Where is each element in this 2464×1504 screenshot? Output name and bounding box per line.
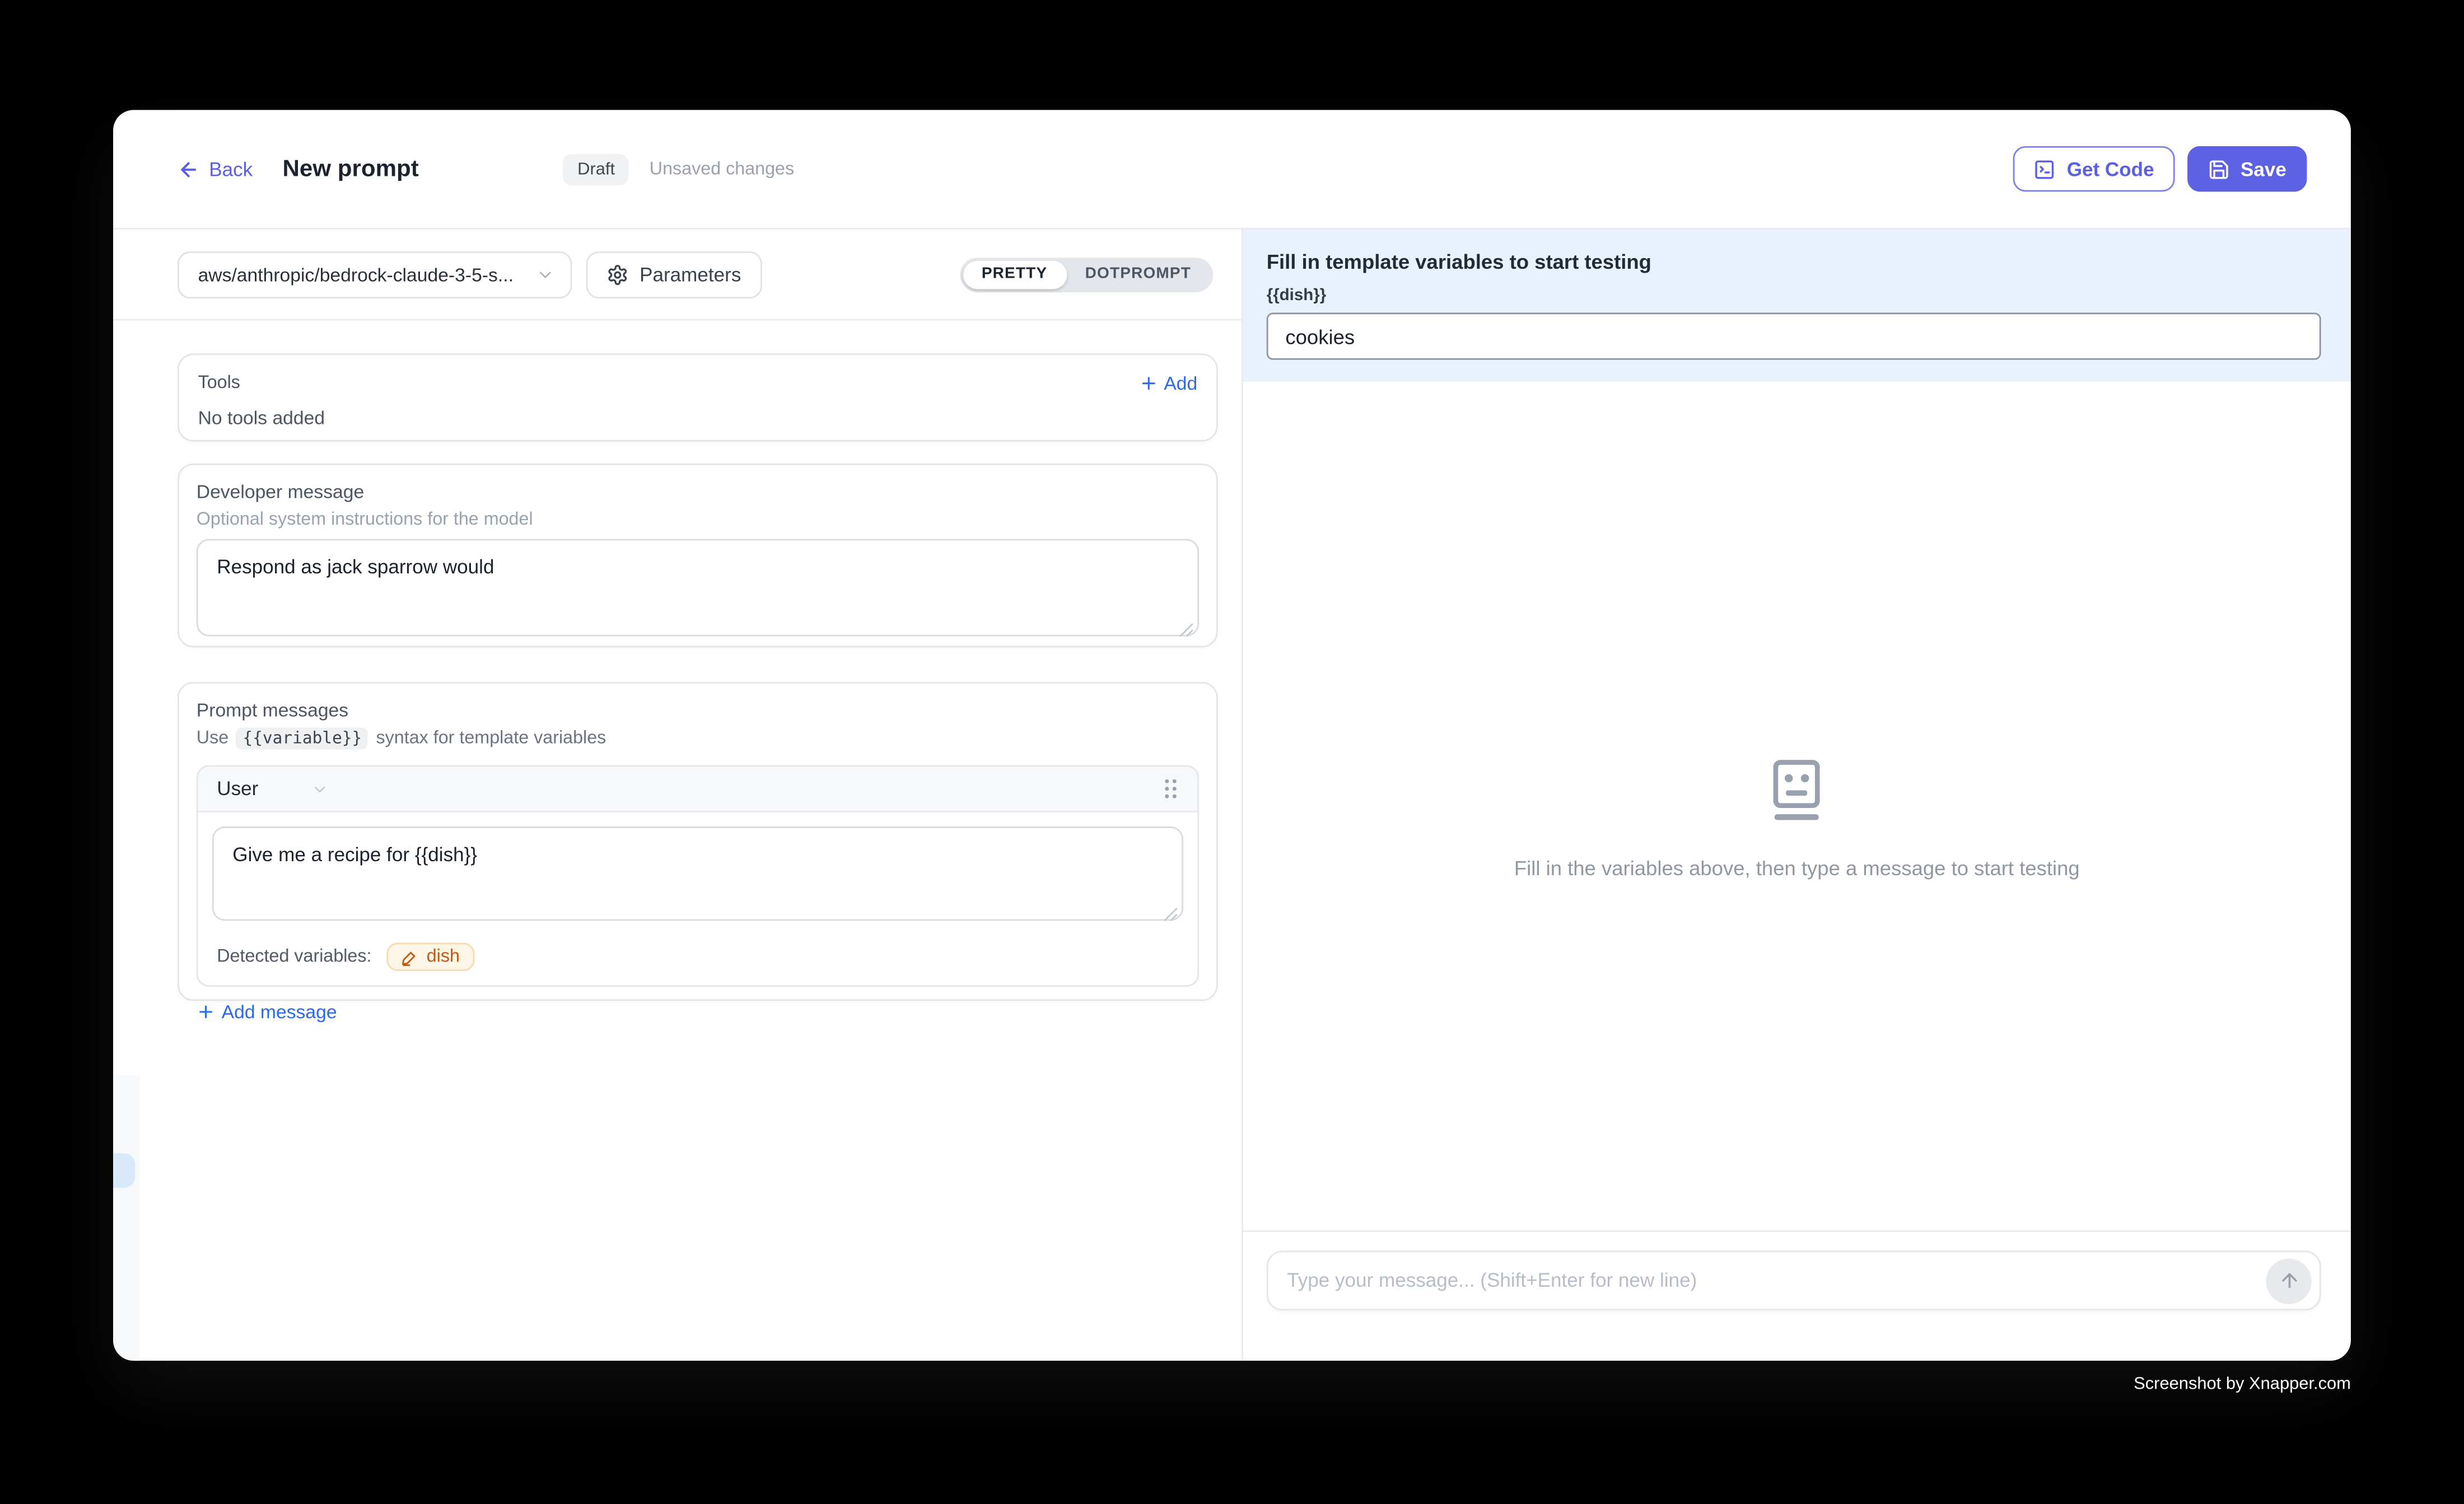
left-edge-highlight-artifact <box>113 1153 135 1188</box>
parameters-label: Parameters <box>640 263 741 285</box>
variable-value-input[interactable] <box>1267 312 2321 359</box>
detected-variables-row: Detected variables: dish <box>198 943 1198 985</box>
add-message-button[interactable]: Add message <box>197 1001 1199 1022</box>
composer-box <box>1267 1251 2321 1311</box>
plus-icon <box>197 1002 216 1021</box>
resize-grip-icon[interactable] <box>1179 622 1194 638</box>
unsaved-changes-text: Unsaved changes <box>650 160 794 179</box>
app-window: Back New prompt Draft Unsaved changes Ge… <box>113 110 2351 1361</box>
prompt-messages-title: Prompt messages <box>197 699 1199 721</box>
tools-title: Tools <box>198 374 240 393</box>
developer-message-textarea[interactable]: Respond as jack sparrow would <box>197 539 1199 636</box>
back-label: Back <box>209 158 253 180</box>
variable-name-label: {{dish}} <box>1267 286 2321 305</box>
status-badge: Draft <box>563 153 629 185</box>
test-panel: Fill in template variables to start test… <box>1243 230 2351 1361</box>
arrow-left-icon <box>178 158 199 180</box>
get-code-button[interactable]: Get Code <box>2013 146 2174 191</box>
toggle-pretty[interactable]: PRETTY <box>963 260 1066 288</box>
composer <box>1243 1230 2351 1361</box>
message-block: User Give me a recipe for {{di <box>197 765 1199 987</box>
tools-empty-text: No tools added <box>198 407 1198 429</box>
developer-message-card: Developer message Optional system instru… <box>178 464 1218 647</box>
top-bar: Back New prompt Draft Unsaved changes Ge… <box>113 110 2351 229</box>
model-select[interactable]: aws/anthropic/bedrock-claude-3-5-s... <box>178 251 572 298</box>
toggle-dotprompt[interactable]: DOTPROMPT <box>1066 260 1210 288</box>
empty-state-text: Fill in the variables above, then type a… <box>1514 856 2080 879</box>
detected-variables-label: Detected variables: <box>217 947 371 966</box>
developer-message-title: Developer message <box>197 481 1199 503</box>
page-title: New prompt <box>283 156 419 183</box>
editor-toolbar: aws/anthropic/bedrock-claude-3-5-s... Pa… <box>113 230 1242 321</box>
chat-area: Fill in the variables above, then type a… <box>1243 382 2351 1230</box>
send-button[interactable] <box>2266 1258 2311 1303</box>
chevron-down-icon <box>536 265 555 284</box>
tools-card: Tools Add No tools added <box>178 353 1218 441</box>
add-tool-button[interactable]: Add <box>1138 372 1197 394</box>
terminal-icon <box>2034 158 2056 180</box>
drag-handle-icon[interactable] <box>1163 778 1179 800</box>
save-button[interactable]: Save <box>2187 146 2307 191</box>
watermark-text: Screenshot by Xnapper.com <box>2134 1375 2351 1394</box>
topbar-actions: Get Code Save <box>2013 146 2307 191</box>
variable-badge-dish[interactable]: dish <box>388 943 474 971</box>
hint-suffix: syntax for template variables <box>376 729 606 748</box>
parameters-button[interactable]: Parameters <box>586 251 762 298</box>
arrow-up-icon <box>2278 1269 2299 1291</box>
save-label: Save <box>2241 158 2286 180</box>
chevron-down-icon[interactable] <box>312 780 329 797</box>
message-role-row: User <box>198 767 1198 812</box>
add-tool-label: Add <box>1164 372 1197 394</box>
variable-badge-label: dish <box>427 947 460 966</box>
resize-grip-icon[interactable] <box>1163 907 1179 922</box>
variable-code-chip: {{variable}} <box>236 727 368 749</box>
hint-prefix: Use <box>197 729 228 748</box>
role-select[interactable]: User <box>217 778 258 800</box>
model-select-value: aws/anthropic/bedrock-claude-3-5-s... <box>198 263 536 285</box>
developer-message-subtitle: Optional system instructions for the mod… <box>197 511 1199 530</box>
template-variables-panel: Fill in template variables to start test… <box>1243 230 2351 382</box>
screenshot-stage: Back New prompt Draft Unsaved changes Ge… <box>0 0 2464 1504</box>
editor-panel: aws/anthropic/bedrock-claude-3-5-s... Pa… <box>113 230 1243 1361</box>
pencil-icon <box>402 948 419 965</box>
get-code-label: Get Code <box>2067 158 2154 180</box>
editor-content: Tools Add No tools added <box>113 320 1242 1001</box>
status-group: Draft Unsaved changes <box>563 153 794 185</box>
message-textarea[interactable]: Give me a recipe for {{dish}} <box>212 826 1183 921</box>
variables-heading: Fill in template variables to start test… <box>1267 250 2321 273</box>
bot-face-icon <box>1771 758 1823 823</box>
add-message-label: Add message <box>222 1001 337 1022</box>
chat-message-input[interactable] <box>1268 1269 2266 1291</box>
left-edge-panel-artifact <box>113 1075 139 1361</box>
save-icon <box>2208 158 2229 180</box>
plus-icon <box>1138 374 1158 393</box>
variable-syntax-hint: Use {{variable}} syntax for template var… <box>197 727 1199 749</box>
back-button[interactable]: Back <box>178 158 253 180</box>
gear-icon <box>606 263 628 285</box>
empty-state: Fill in the variables above, then type a… <box>1514 758 2080 879</box>
view-mode-toggle: PRETTY DOTPROMPT <box>960 257 1214 292</box>
prompt-messages-card: Prompt messages Use {{variable}} syntax … <box>178 682 1218 1001</box>
